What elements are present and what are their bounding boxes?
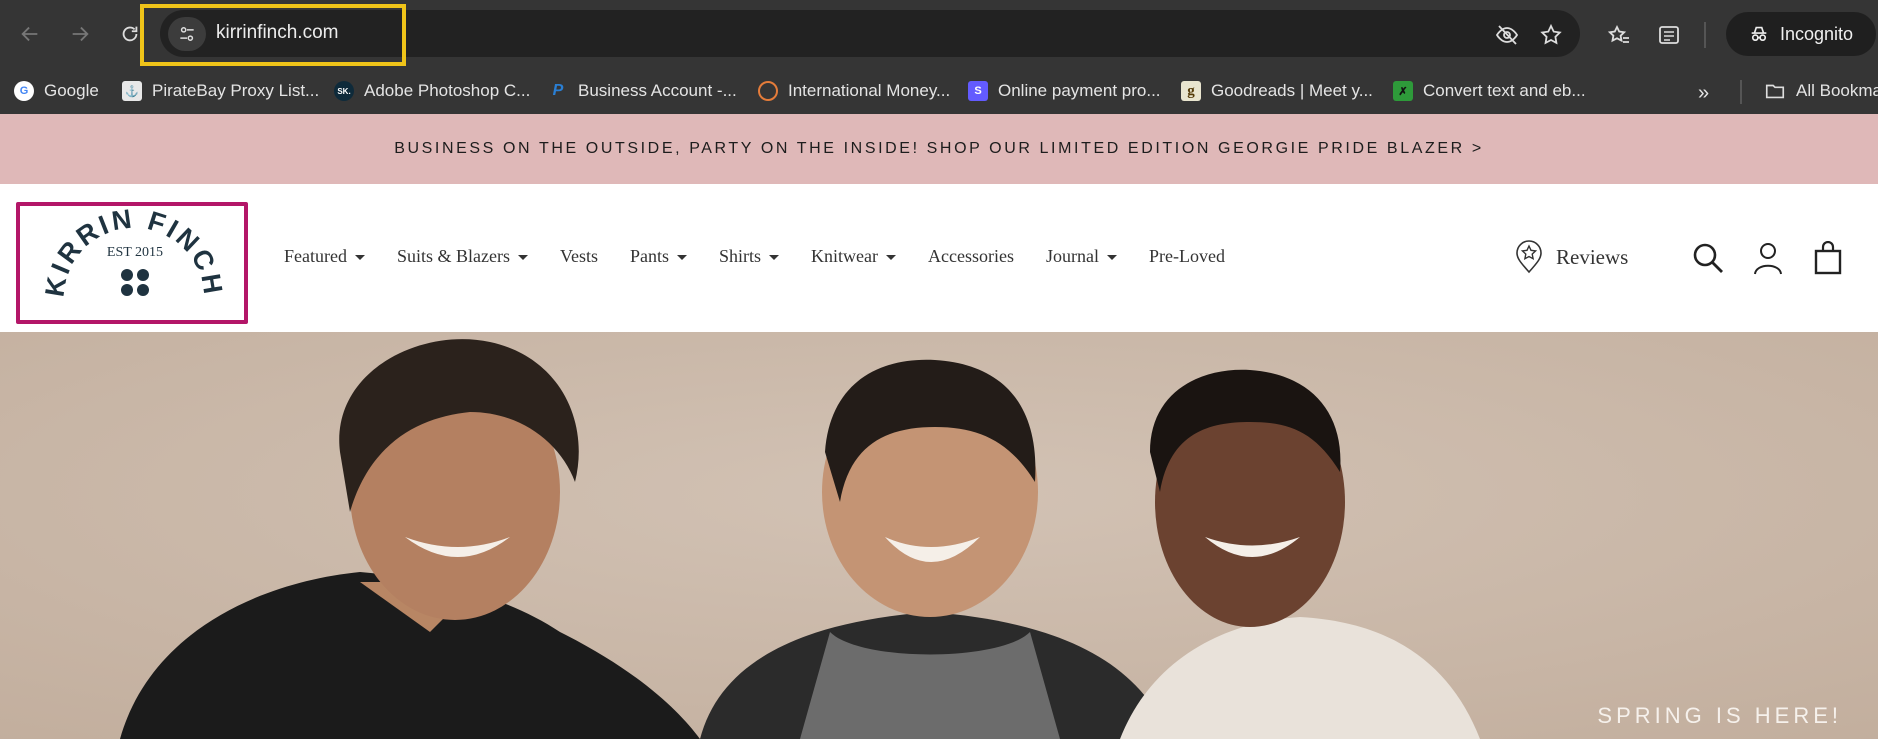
reviews-badge-icon: [1516, 240, 1542, 274]
back-arrow-icon: [21, 26, 38, 42]
main-navigation: Featured Suits & Blazers Vests Pants Shi…: [284, 246, 1257, 267]
caret-down-icon: [517, 255, 528, 260]
nav-accessories[interactable]: Accessories: [928, 246, 1014, 267]
bookmark-piratebay[interactable]: ⚓ PirateBay Proxy List...: [122, 77, 319, 105]
logo-dots-icon: [121, 269, 149, 296]
toolbar-divider: [1704, 22, 1706, 48]
announcement-text[interactable]: BUSINESS ON THE OUTSIDE, PARTY ON THE IN…: [394, 140, 1484, 158]
nav-label: Shirts: [719, 246, 762, 266]
bookmark-label: Goodreads | Meet y...: [1211, 81, 1373, 100]
forward-arrow-icon: [72, 26, 89, 42]
bookmark-goodreads[interactable]: g Goodreads | Meet y...: [1181, 77, 1373, 105]
bookmark-label: International Money...: [788, 81, 951, 100]
caret-down-icon: [677, 255, 688, 260]
caret-down-icon: [769, 255, 780, 260]
nav-label: Suits & Blazers: [396, 246, 510, 266]
caret-down-icon: [354, 255, 365, 260]
logo-est: EST 2015: [107, 245, 163, 260]
folder-icon: [1765, 84, 1785, 99]
bookmark-google[interactable]: G Google: [14, 77, 99, 105]
hero-photo-three-people: [0, 332, 1878, 739]
nav-pre-loved[interactable]: Pre-Loved: [1149, 246, 1225, 267]
all-bookmarks-label: All Bookma: [1796, 81, 1878, 100]
bookmarks-star-list-icon[interactable]: [1604, 20, 1634, 50]
nav-suits-blazers[interactable]: Suits & Blazers: [397, 246, 528, 267]
paypal-icon: P: [552, 82, 564, 99]
convert-icon: ✗: [1393, 81, 1413, 101]
bookmark-star-icon[interactable]: [1538, 22, 1564, 48]
eye-off-icon[interactable]: [1494, 22, 1520, 48]
bookmark-online-payment[interactable]: S Online payment pro...: [968, 77, 1161, 105]
bookmark-label: Business Account -...: [578, 81, 737, 100]
bookmark-convert-text[interactable]: ✗ Convert text and eb...: [1393, 77, 1586, 105]
nav-knitwear[interactable]: Knitwear: [811, 246, 897, 267]
ring-logo-icon: [758, 81, 778, 101]
bookmark-label: PirateBay Proxy List...: [152, 81, 320, 100]
bookmarks-divider: [1740, 80, 1742, 104]
reviews-link[interactable]: Reviews: [1514, 240, 1628, 274]
nav-journal[interactable]: Journal: [1046, 246, 1117, 267]
nav-featured[interactable]: Featured: [284, 246, 365, 267]
nav-label: Pre-Loved: [1148, 246, 1225, 266]
stripe-icon: S: [968, 81, 988, 101]
cart-bag-icon[interactable]: [1808, 238, 1848, 278]
nav-label: Pants: [630, 246, 670, 266]
nav-label: Journal: [1045, 246, 1099, 266]
caret-down-icon: [886, 255, 897, 260]
bookmark-business-account[interactable]: P Business Account -...: [548, 77, 737, 105]
bookmark-label: Google: [44, 81, 99, 100]
back-button[interactable]: [14, 18, 46, 50]
nav-label: Vests: [559, 246, 598, 266]
hero-banner[interactable]: SPRING IS HERE!: [0, 332, 1878, 739]
reload-icon: [122, 26, 138, 42]
kirrin-finch-logo[interactable]: KIRRIN FINCH EST 2015: [22, 206, 244, 320]
bookmark-photoshop[interactable]: SK. Adobe Photoshop C...: [334, 77, 530, 105]
goodreads-icon: g: [1181, 81, 1201, 101]
bookmarks-bar: G Google ⚓ PirateBay Proxy List... SK. A…: [0, 68, 1878, 115]
account-icon[interactable]: [1748, 238, 1788, 278]
all-bookmarks-button[interactable]: All Bookma: [1764, 77, 1878, 105]
bookmark-label: Convert text and eb...: [1423, 81, 1586, 100]
google-icon: G: [14, 81, 34, 101]
nav-vests[interactable]: Vests: [560, 246, 598, 267]
incognito-icon: [1751, 26, 1767, 42]
bookmark-label: Adobe Photoshop C...: [364, 81, 531, 100]
incognito-button[interactable]: Incognito: [1726, 12, 1876, 56]
incognito-label: Incognito: [1780, 23, 1854, 44]
bookmark-international-money[interactable]: International Money...: [758, 77, 950, 105]
announcement-bar[interactable]: BUSINESS ON THE OUTSIDE, PARTY ON THE IN…: [0, 114, 1878, 184]
bookmark-label: Online payment pro...: [998, 81, 1161, 100]
nav-label: Featured: [284, 246, 347, 266]
sk-logo-icon: SK.: [334, 81, 354, 101]
caret-down-icon: [1106, 255, 1117, 260]
search-icon[interactable]: [1688, 238, 1728, 278]
url-highlight-annotation: [140, 4, 406, 66]
forward-button[interactable]: [64, 18, 96, 50]
hero-tagline: SPRING IS HERE!: [1597, 703, 1842, 728]
nav-shirts[interactable]: Shirts: [719, 246, 780, 267]
more-bookmarks-chevron-icon[interactable]: »: [1698, 82, 1709, 105]
reading-list-icon[interactable]: [1654, 20, 1684, 50]
reviews-label: Reviews: [1556, 244, 1629, 269]
browser-toolbar: kirrinfinch.com Incognito: [0, 0, 1878, 68]
nav-label: Accessories: [928, 246, 1014, 266]
nav-label: Knitwear: [811, 246, 879, 266]
nav-pants[interactable]: Pants: [630, 246, 688, 267]
pirate-ship-icon: ⚓: [122, 81, 142, 101]
